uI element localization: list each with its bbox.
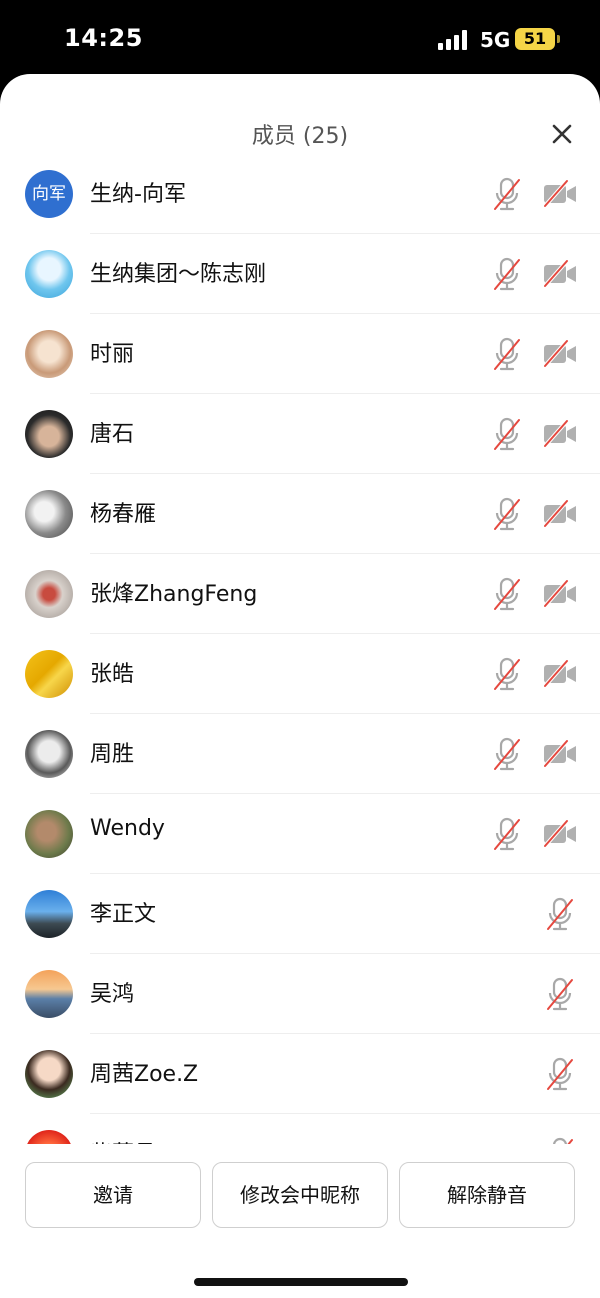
avatar: [25, 1050, 73, 1098]
camera-off-icon: [543, 419, 576, 448]
member-name: 周茜Zoe.Z: [90, 1062, 199, 1087]
avatar: [25, 1130, 73, 1144]
member-name: 唐石: [90, 422, 135, 447]
invite-button[interactable]: 邀请: [25, 1162, 201, 1228]
mic-muted-icon: [552, 1137, 573, 1144]
footer-actions: 邀请 修改会中昵称 解除静音: [0, 1144, 600, 1298]
home-indicator: [194, 1278, 408, 1286]
member-name: 生纳-向军: [90, 182, 186, 207]
member-list[interactable]: 向军 生纳-向军生纳集团～陈志刚 时丽唐石杨春雁张烽ZhangFeng 张皓周胜 Wen…: [0, 154, 600, 1144]
member-row[interactable]: 生纳集团～陈志刚: [0, 234, 600, 314]
avatar: [25, 490, 73, 538]
camera-off-icon: [543, 179, 576, 208]
member-row[interactable]: 张烽ZhangFeng: [0, 554, 600, 634]
member-name: 张烽ZhangFeng: [90, 582, 258, 607]
mic-muted-icon: [547, 897, 573, 931]
avatar: [25, 890, 73, 938]
close-icon[interactable]: [546, 118, 578, 150]
members-sheet: 成员 (25) 向军 生纳-向军生纳集团～陈志刚 时丽唐石杨春雁张烽ZhangFen…: [0, 74, 600, 1298]
camera-off-icon: [543, 339, 576, 368]
member-row[interactable]: 紫菜昌: [0, 1114, 600, 1144]
camera-off-icon: [543, 739, 576, 768]
avatar: [25, 410, 73, 458]
member-row[interactable]: 时丽: [0, 314, 600, 394]
member-row[interactable]: 杨春雁: [0, 474, 600, 554]
status-bar: 14:25 5G 51: [0, 0, 600, 76]
member-row[interactable]: 周胜: [0, 714, 600, 794]
member-name: 吴鸿: [90, 982, 135, 1007]
member-row[interactable]: 向军 生纳-向军: [0, 154, 600, 234]
avatar: [25, 970, 73, 1018]
member-row[interactable]: 吴鸿: [0, 954, 600, 1034]
camera-off-icon: [543, 819, 576, 848]
member-name: 李正文: [90, 902, 157, 927]
mic-muted-icon: [547, 977, 573, 1011]
avatar: [25, 730, 73, 778]
camera-off-icon: [543, 259, 576, 288]
mic-muted-icon: [494, 497, 520, 531]
avatar: [25, 650, 73, 698]
camera-off-icon: [543, 659, 576, 688]
member-name: 时丽: [90, 342, 135, 367]
member-row[interactable]: 张皓: [0, 634, 600, 714]
avatar: 向军: [25, 170, 73, 218]
member-row[interactable]: 李正文: [0, 874, 600, 954]
member-name: 张皓: [90, 662, 135, 687]
member-name: 周胜: [90, 742, 135, 767]
avatar: [25, 250, 73, 298]
mic-muted-icon: [494, 657, 520, 691]
mic-muted-icon: [494, 417, 520, 451]
mic-muted-icon: [494, 737, 520, 771]
avatar: [25, 570, 73, 618]
mic-muted-icon: [494, 177, 520, 211]
avatar: [25, 330, 73, 378]
battery-indicator: 51: [515, 28, 560, 50]
member-row[interactable]: 唐石: [0, 394, 600, 474]
mic-muted-icon: [494, 257, 520, 291]
member-name: Wendy: [90, 816, 165, 841]
member-name: 紫菜昌: [90, 1136, 156, 1144]
camera-off-icon: [543, 579, 576, 608]
member-row[interactable]: 周茜Zoe.Z: [0, 1034, 600, 1114]
network-type: 5G: [480, 28, 511, 52]
cellular-signal-icon: [438, 30, 467, 50]
sheet-title: 成员 (25): [251, 124, 349, 149]
member-row[interactable]: Wendy: [0, 794, 600, 874]
status-time: 14:25: [64, 24, 143, 52]
mic-muted-icon: [494, 577, 520, 611]
mic-muted-icon: [547, 1057, 573, 1091]
avatar: [25, 810, 73, 858]
mic-muted-icon: [494, 337, 520, 371]
rename-button[interactable]: 修改会中昵称: [212, 1162, 388, 1228]
mic-muted-icon: [494, 817, 520, 851]
member-name: 杨春雁: [90, 502, 157, 527]
unmute-button[interactable]: 解除静音: [399, 1162, 575, 1228]
camera-off-icon: [543, 499, 576, 528]
member-name: 生纳集团～陈志刚: [90, 262, 267, 287]
